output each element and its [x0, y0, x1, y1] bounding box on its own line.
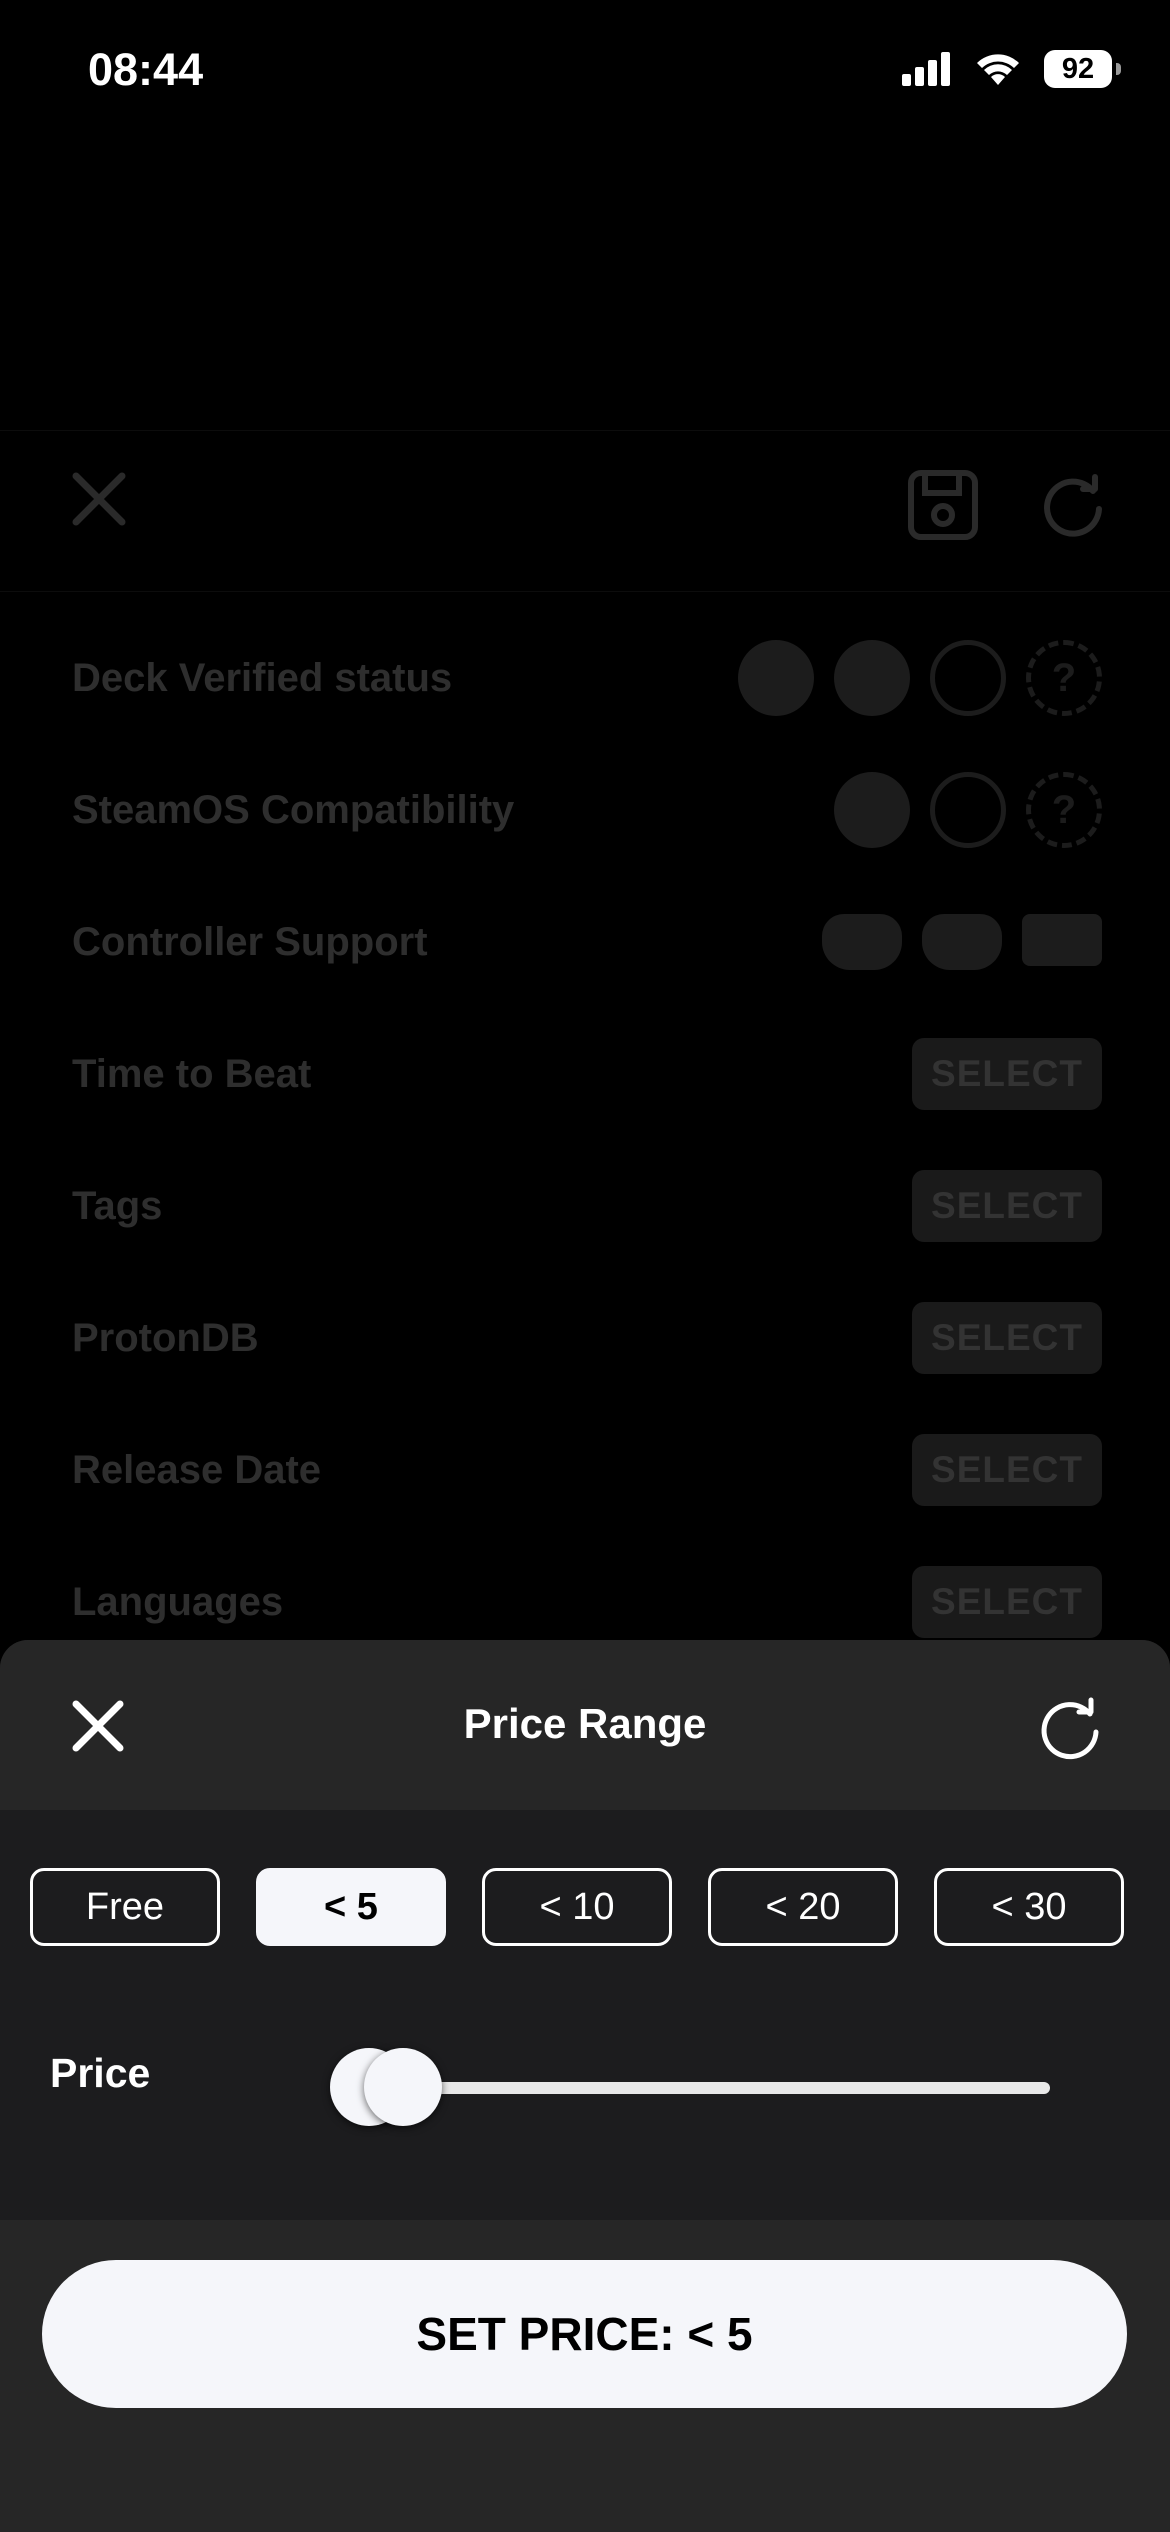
filter-row-time-to-beat: Time to Beat SELECT [72, 1029, 1102, 1119]
gamepad-icon [822, 914, 902, 970]
price-preset-chips: Free < 5 < 10 < 20 < 30 [30, 1868, 1124, 1946]
filter-label: Tags [72, 1183, 163, 1228]
filter-row-controller: Controller Support [72, 897, 1102, 987]
price-range-sheet: Price Range Free < 5 < 10 < 20 < 30 Pric… [0, 1640, 1170, 2532]
reset-icon [1044, 474, 1102, 537]
filter-label: SteamOS Compatibility [72, 787, 515, 832]
filter-label: Deck Verified status [72, 655, 453, 700]
keyboard-mouse-icon [1022, 914, 1102, 966]
chip-under-10[interactable]: < 10 [482, 1868, 672, 1946]
filter-row-release-date: Release Date SELECT [72, 1425, 1102, 1515]
filter-row-steamos: SteamOS Compatibility ? [72, 765, 1102, 855]
filter-label: ProtonDB [72, 1315, 259, 1360]
select-button: SELECT [912, 1434, 1102, 1506]
select-button: SELECT [912, 1170, 1102, 1242]
filter-label: Languages [72, 1579, 284, 1624]
sheet-header: Price Range [0, 1640, 1170, 1810]
unknown-icon: ? [1026, 772, 1102, 848]
partial-gamepad-icon [922, 914, 1002, 970]
filter-row-deck-verified: Deck Verified status ? [72, 633, 1102, 723]
filter-row-tags: Tags SELECT [72, 1161, 1102, 1251]
sheet-title: Price Range [463, 1700, 707, 1747]
background-filter-screen: Deck Verified status ? SteamOS Compatibi… [0, 0, 1170, 1650]
info-icon [834, 640, 910, 716]
filter-label: Controller Support [72, 919, 428, 964]
save-icon [908, 470, 978, 540]
select-button: SELECT [912, 1566, 1102, 1638]
background-toolbar [0, 430, 1170, 592]
set-price-button[interactable]: SET PRICE: < 5 [42, 2260, 1127, 2408]
unsupported-icon [930, 772, 1006, 848]
chip-free[interactable]: Free [30, 1868, 220, 1946]
filter-label: Time to Beat [72, 1051, 312, 1096]
sheet-footer: SET PRICE: < 5 [0, 2220, 1170, 2532]
filter-label: Release Date [72, 1447, 322, 1492]
price-slider-track[interactable] [335, 2082, 1050, 2094]
chip-under-5[interactable]: < 5 [256, 1868, 446, 1946]
chip-under-30[interactable]: < 30 [934, 1868, 1124, 1946]
unsupported-icon [930, 640, 1006, 716]
price-label: Price [50, 2050, 151, 2096]
price-slider-max-handle[interactable] [364, 2048, 442, 2126]
verified-check-icon [834, 772, 910, 848]
filter-row-languages: Languages SELECT [72, 1557, 1102, 1647]
close-icon [72, 472, 126, 526]
filter-row-protondb: ProtonDB SELECT [72, 1293, 1102, 1383]
chip-under-20[interactable]: < 20 [708, 1868, 898, 1946]
select-button: SELECT [912, 1038, 1102, 1110]
unknown-icon: ? [1026, 640, 1102, 716]
verified-check-icon [738, 640, 814, 716]
reset-icon[interactable] [1033, 1690, 1107, 1764]
select-button: SELECT [912, 1302, 1102, 1374]
